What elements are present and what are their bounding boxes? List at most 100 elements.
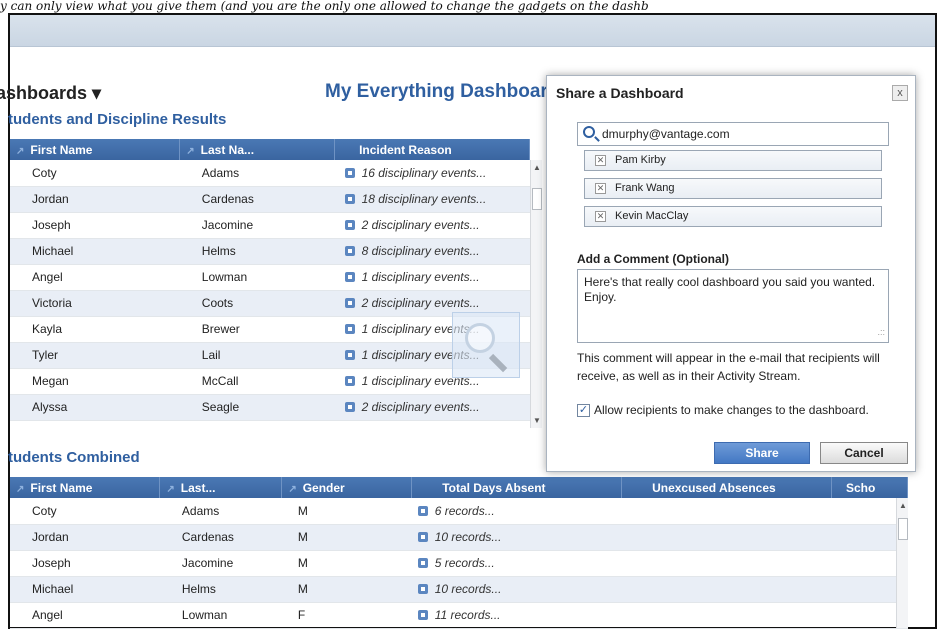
expand-icon[interactable]: [344, 375, 355, 386]
scroll-thumb[interactable]: [532, 188, 542, 210]
remove-icon[interactable]: ✕: [595, 211, 606, 222]
search-icon: [583, 126, 595, 138]
incident-cell[interactable]: 8 disciplinary events...: [334, 238, 530, 265]
first-name-cell: Michael: [10, 238, 180, 265]
table-header-row: ↗ First Name ↗ Last Na... Incident Reason: [10, 139, 530, 160]
discipline-table: ↗ First Name ↗ Last Na... Incident Reason …: [10, 139, 530, 421]
column-header-last-name[interactable]: ↗ Last...: [159, 477, 283, 498]
table-row[interactable]: Michael Helms M 10 records...: [10, 576, 908, 603]
unexcused-cell: [621, 602, 832, 629]
scroll-up-icon[interactable]: ▲: [899, 501, 907, 510]
sort-icon: ↗: [186, 145, 195, 157]
expand-icon[interactable]: [417, 505, 428, 516]
first-name-cell: Victoria: [10, 290, 180, 317]
expand-icon[interactable]: [417, 531, 428, 542]
incident-cell[interactable]: 2 disciplinary events...: [334, 212, 530, 239]
table-row[interactable]: Coty Adams 16 disciplinary events...: [10, 160, 530, 187]
table-row[interactable]: Jordan Cardenas 18 disciplinary events...: [10, 186, 530, 213]
comment-textarea[interactable]: Here's that really cool dashboard you sa…: [577, 269, 889, 343]
column-header-last-name[interactable]: ↗ Last Na...: [179, 139, 336, 160]
incident-cell[interactable]: 1 disciplinary events...: [334, 264, 530, 291]
table-row[interactable]: Michael Helms 8 disciplinary events...: [10, 238, 530, 265]
dashboards-menu[interactable]: ashboards ▾: [0, 83, 101, 104]
share-button[interactable]: Share: [714, 442, 810, 464]
expand-icon[interactable]: [344, 167, 355, 178]
expand-icon[interactable]: [417, 583, 428, 594]
unexcused-cell: [621, 550, 832, 577]
incident-cell[interactable]: 18 disciplinary events...: [334, 186, 530, 213]
table-row[interactable]: Alyssa Seagle 2 disciplinary events...: [10, 394, 530, 421]
days-absent-cell[interactable]: 10 records...: [411, 524, 622, 551]
first-name-cell: Joseph: [10, 212, 180, 239]
discipline-section-title: tudents and Discipline Results: [8, 111, 227, 128]
allow-changes-row: ✓ Allow recipients to make changes to th…: [577, 403, 869, 417]
expand-icon[interactable]: [344, 245, 355, 256]
combined-scrollbar[interactable]: ▲: [896, 498, 908, 628]
first-name-cell: Jordan: [10, 186, 180, 213]
unexcused-cell: [621, 498, 832, 525]
scroll-up-icon[interactable]: ▲: [533, 163, 541, 172]
expand-icon[interactable]: [344, 297, 355, 308]
page-title: My Everything Dashboard: [325, 81, 560, 102]
days-absent-cell[interactable]: 5 records...: [411, 550, 622, 577]
first-name-cell: Megan: [10, 368, 180, 395]
days-absent-cell[interactable]: 10 records...: [411, 576, 622, 603]
last-name-cell: Adams: [179, 160, 335, 187]
first-name-cell: Angel: [10, 264, 180, 291]
dialog-title: Share a Dashboard: [556, 85, 684, 101]
top-bar: [10, 15, 935, 47]
column-header-unexcused-absences[interactable]: Unexcused Absences: [621, 477, 832, 498]
days-absent-cell[interactable]: 11 records...: [411, 602, 622, 629]
table-row[interactable]: Joseph Jacomine M 5 records...: [10, 550, 908, 577]
expand-icon[interactable]: [417, 609, 428, 620]
table-row[interactable]: Angel Lowman F 11 records...: [10, 602, 908, 629]
expand-icon[interactable]: [344, 323, 355, 334]
expand-icon[interactable]: [417, 557, 428, 568]
discipline-scrollbar[interactable]: ▲ ▼: [530, 160, 542, 428]
table-header-row: ↗ First Name ↗ Last... ↗ Gender Total Days …: [10, 477, 909, 498]
column-header-total-days-absent[interactable]: Total Days Absent: [411, 477, 623, 498]
gender-cell: M: [281, 498, 412, 525]
last-name-cell: Helms: [159, 576, 282, 603]
last-name-cell: Lowman: [179, 264, 335, 291]
comment-note: This comment will appear in the e-mail t…: [577, 351, 880, 383]
cancel-button[interactable]: Cancel: [820, 442, 908, 464]
last-name-cell: Adams: [159, 498, 282, 525]
resize-grip-icon[interactable]: .::: [877, 325, 885, 340]
recipient-chip: ✕ Frank Wang: [584, 178, 882, 199]
allow-changes-checkbox[interactable]: ✓: [577, 403, 590, 417]
comment-label: Add a Comment (Optional): [577, 252, 729, 266]
close-icon[interactable]: x: [892, 85, 908, 101]
days-absent-cell[interactable]: 6 records...: [411, 498, 622, 525]
incident-cell[interactable]: 16 disciplinary events...: [334, 160, 530, 187]
incident-cell[interactable]: 2 disciplinary events...: [334, 394, 530, 421]
recipient-chip: ✕ Kevin MacClay: [584, 206, 882, 227]
sort-icon: ↗: [16, 145, 25, 157]
expand-icon[interactable]: [344, 193, 355, 204]
expand-icon[interactable]: [344, 219, 355, 230]
gender-cell: F: [281, 602, 412, 629]
first-name-cell: Jordan: [10, 524, 160, 551]
column-header-gender[interactable]: ↗ Gender: [281, 477, 413, 498]
scroll-down-icon[interactable]: ▼: [533, 416, 541, 425]
expand-icon[interactable]: [344, 271, 355, 282]
expand-icon[interactable]: [344, 401, 355, 412]
table-row[interactable]: Joseph Jacomine 2 disciplinary events...: [10, 212, 530, 239]
column-header-first-name[interactable]: ↗ First Name: [10, 139, 181, 160]
discipline-table-body: Coty Adams 16 disciplinary events... Jordan…: [10, 160, 530, 421]
first-name-cell: Michael: [10, 576, 160, 603]
column-header-first-name[interactable]: ↗ First Name: [10, 477, 161, 498]
column-header-school[interactable]: Scho: [831, 477, 909, 498]
table-row[interactable]: Coty Adams M 6 records...: [10, 498, 908, 525]
table-row[interactable]: Angel Lowman 1 disciplinary events...: [10, 264, 530, 291]
table-row[interactable]: Jordan Cardenas M 10 records...: [10, 524, 908, 551]
expand-icon[interactable]: [344, 349, 355, 360]
column-header-incident-reason[interactable]: Incident Reason: [334, 139, 530, 160]
recipient-search-input[interactable]: dmurphy@vantage.com: [577, 122, 889, 146]
last-name-cell: Coots: [179, 290, 335, 317]
last-name-cell: Helms: [179, 238, 335, 265]
remove-icon[interactable]: ✕: [595, 155, 606, 166]
scroll-thumb[interactable]: [898, 518, 908, 540]
unexcused-cell: [621, 576, 832, 603]
remove-icon[interactable]: ✕: [595, 183, 606, 194]
